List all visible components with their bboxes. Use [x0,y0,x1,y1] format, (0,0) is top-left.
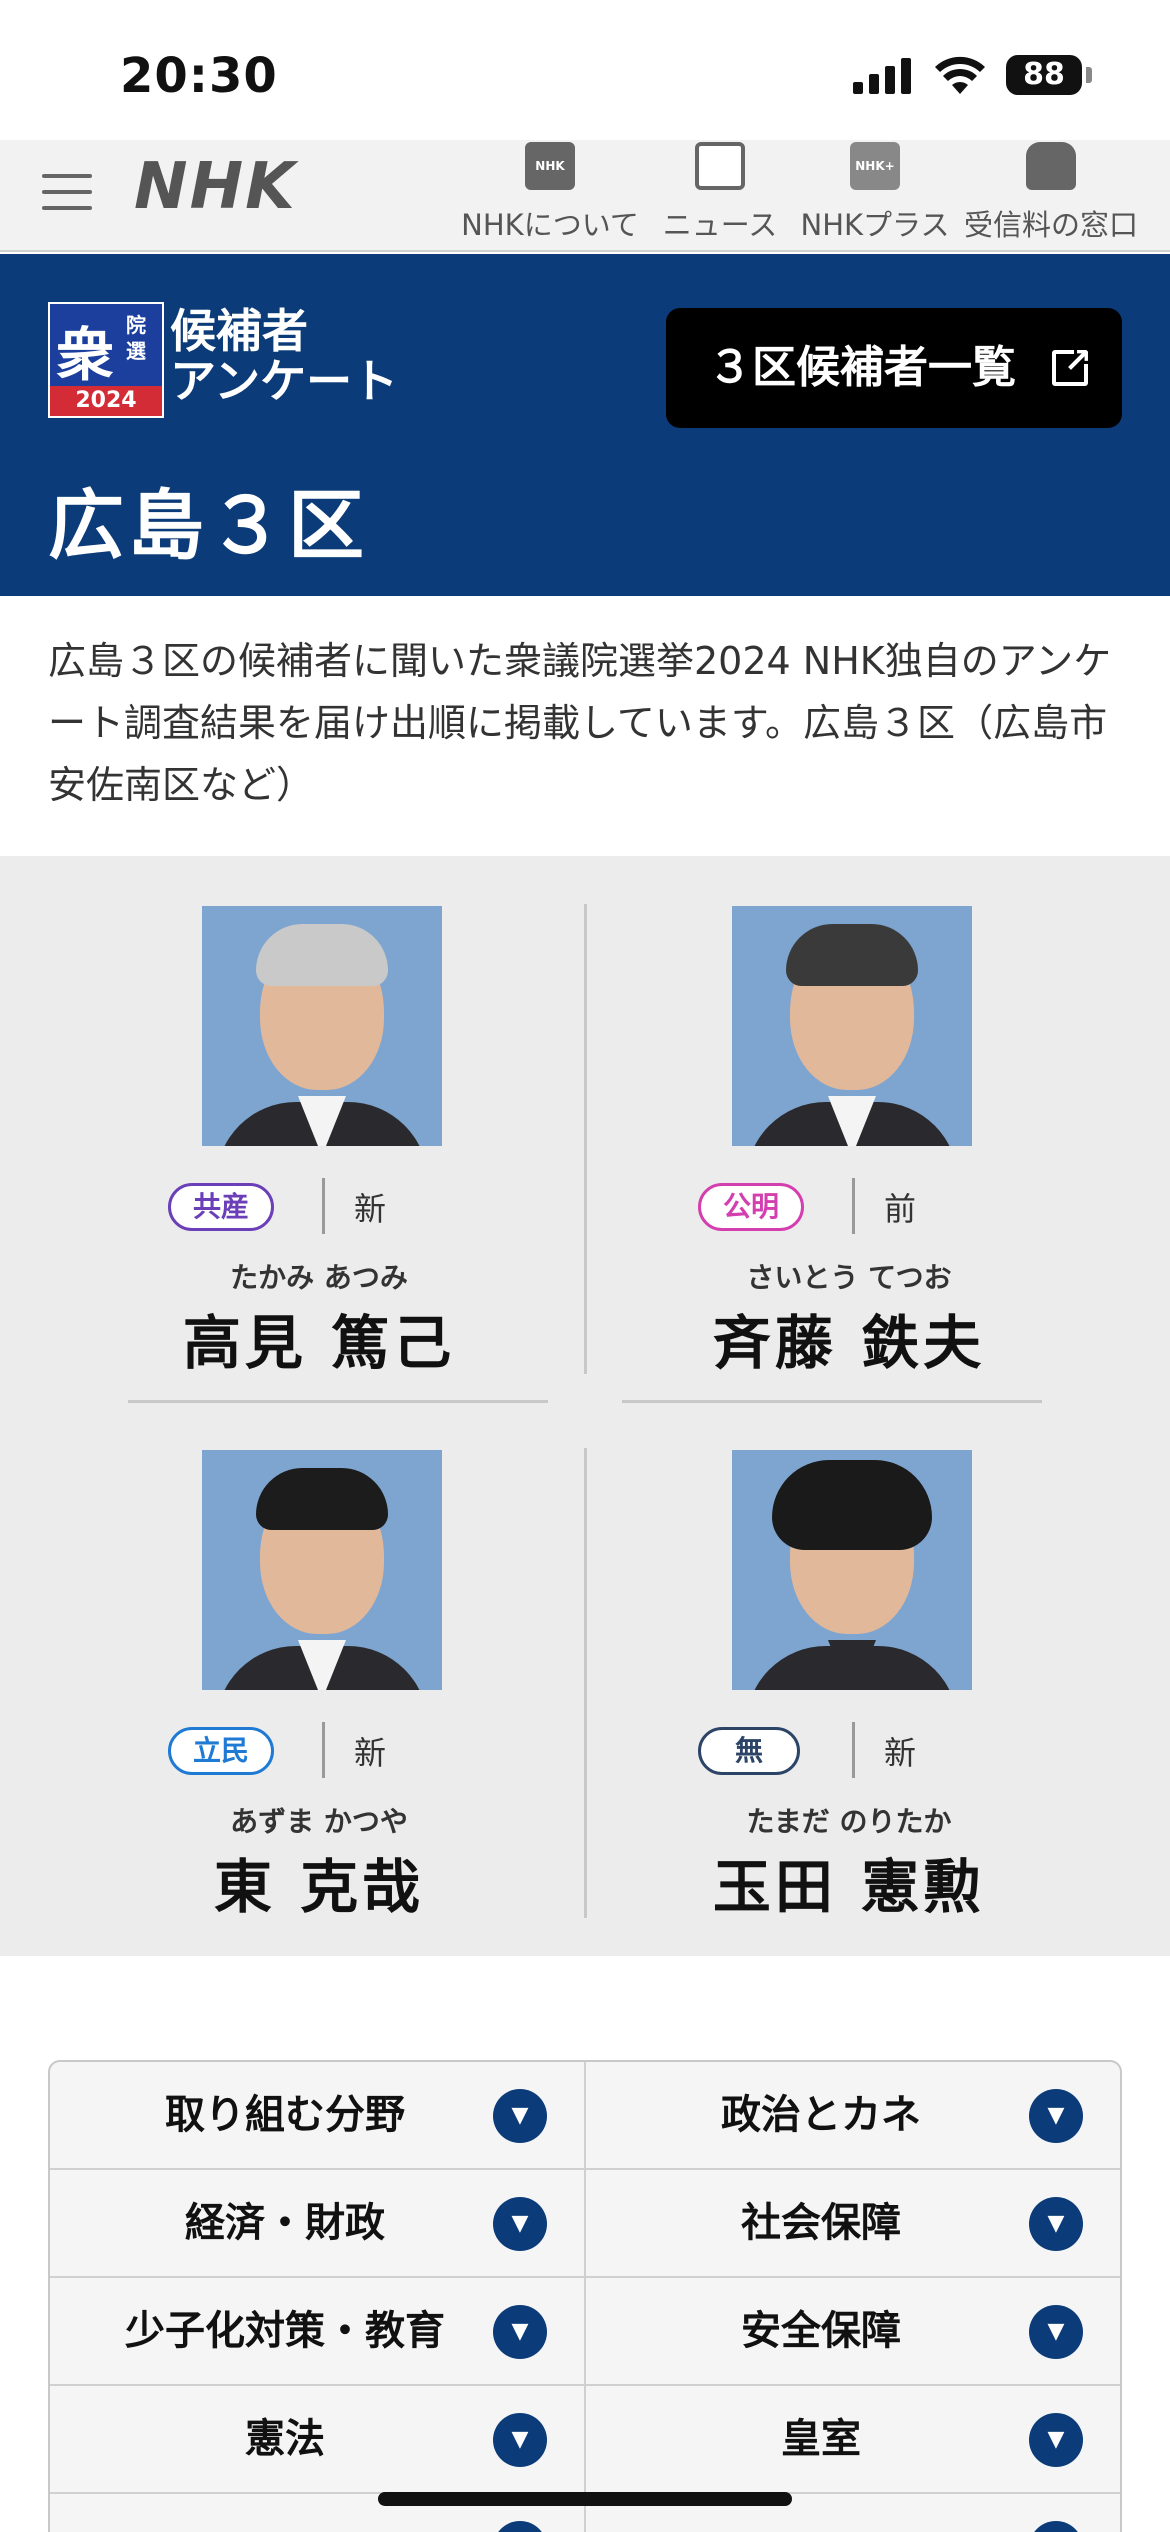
nav-item-about[interactable]: NHK NHKについて [460,140,640,250]
wifi-icon [935,56,985,94]
candidate-name: 玉田 憲勲 [712,1853,986,1921]
party-badge: 公明 [698,1183,805,1231]
survey-title: 候補者 アンケート [170,304,399,408]
nhk-plus-icon: NHK+ [850,142,900,190]
nav-item-label: ニュース [662,208,778,242]
candidate-name: 斉藤 鉄夫 [712,1309,986,1377]
candidate-card[interactable]: 無 新 たまだ のりたか 玉田 憲勲 [584,1400,1114,1921]
candidate-photo [202,1450,442,1690]
candidate-status: 新 [354,1734,387,1772]
topic-item[interactable]: 皇室 ▼ [586,2386,1120,2494]
candidate-card[interactable]: 共産 新 たかみ あつみ 高見 篤己 [54,856,584,1377]
domo-icon [1026,142,1076,190]
topic-menu: 取り組む分野 ▼ 政治とカネ ▼ 経済・財政 ▼ 社会保障 ▼ 少子化対策・教育… [48,2060,1122,2532]
nhk-logo[interactable]: NHK [134,150,297,224]
page-title: 広島３区 [48,481,368,570]
candidate-status: 前 [884,1190,917,1228]
topic-item[interactable]: 少子化対策・教育 ▼ [50,2278,585,2386]
chevron-down-icon: ▼ [493,2413,547,2467]
candidate-status: 新 [884,1734,917,1772]
candidate-status: 新 [354,1190,387,1228]
page-description: 広島３区の候補者に聞いた衆議院選挙2024 NHK独自のアンケート調査結果を届け… [48,639,1112,807]
topic-item[interactable]: 憲法 ▼ [50,2386,585,2494]
topic-item[interactable]: 政治とカネ ▼ [586,2062,1120,2170]
site-header: NHK NHK NHKについて ニュース NHK+ NHKプラス 受信料の窓口 [0,140,1170,252]
election-badge: 衆 院選 2024 [48,302,164,418]
chevron-down-icon: ▼ [1029,2089,1083,2143]
candidate-kana: さいとう てつお [746,1261,952,1294]
candidate-list-button[interactable]: ３区候補者一覧 ↗ [666,308,1122,428]
candidate-kana: あずま かつや [230,1805,408,1838]
party-badge: 立民 [168,1727,275,1775]
news-icon [695,142,745,190]
chevron-down-icon: ▼ [493,2197,547,2251]
nav-item-label: NHKについて [461,208,639,242]
chevron-down-icon: ▼ [493,2521,547,2532]
nhk-icon: NHK [525,142,575,190]
candidate-kana: たまだ のりたか [746,1805,952,1838]
candidate-photo [732,1450,972,1690]
candidate-photo [202,906,442,1146]
nav-item-label: 受信料の窓口 [963,208,1138,242]
chevron-down-icon: ▼ [1029,2305,1083,2359]
candidate-card[interactable]: 立民 新 あずま かつや 東 克哉 [54,1400,584,1921]
menu-icon[interactable] [42,162,92,218]
topic-item[interactable]: 経済・財政 ▼ [50,2170,585,2278]
party-badge: 無 [698,1727,801,1775]
nav-item-label: NHKプラス [800,208,950,242]
status-bar: 20:30 88 [0,0,1170,140]
cellular-signal-icon [853,56,911,94]
candidate-name: 高見 篤己 [182,1309,456,1377]
topic-item[interactable]: 安全保障 ▼ [586,2278,1120,2386]
chevron-down-icon: ▼ [1029,2521,1083,2532]
candidate-photo [732,906,972,1146]
nav-item-news[interactable]: ニュース [660,140,780,250]
election-hero: 衆 院選 2024 候補者 アンケート ３区候補者一覧 ↗ 広島３区 [0,254,1170,596]
status-time: 20:30 [120,48,278,104]
candidate-card[interactable]: 公明 前 さいとう てつお 斉藤 鉄夫 [584,856,1114,1377]
chevron-down-icon: ▼ [493,2305,547,2359]
chevron-down-icon: ▼ [1029,2197,1083,2251]
candidate-name: 東 克哉 [213,1853,425,1921]
candidate-kana: たかみ あつみ [230,1261,408,1294]
party-badge: 共産 [168,1183,275,1231]
battery-tip [1086,67,1092,83]
topic-item[interactable]: 取り組む分野 ▼ [50,2062,585,2170]
chevron-down-icon: ▼ [1029,2413,1083,2467]
battery-icon: 88 [1006,55,1082,95]
topic-item[interactable]: 社会保障 ▼ [586,2170,1120,2278]
nav-item-plus[interactable]: NHK+ NHKプラス [800,140,950,250]
home-indicator[interactable] [378,2492,792,2506]
arrow-icon: ↗ [1063,341,1093,381]
chevron-down-icon: ▼ [493,2089,547,2143]
nav-item-fee[interactable]: 受信料の窓口 [962,140,1140,250]
